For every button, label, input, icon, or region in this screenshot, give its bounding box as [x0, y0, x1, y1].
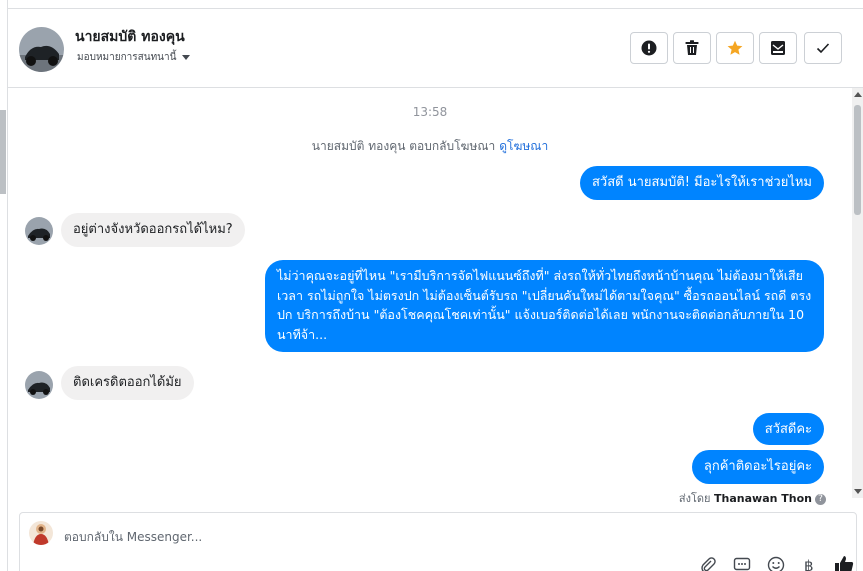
sender-name: Thanawan Thon	[714, 492, 812, 505]
star-button[interactable]	[716, 32, 754, 64]
emoji-button[interactable]	[766, 555, 786, 571]
svg-text:฿: ฿	[804, 557, 814, 571]
mark-unread-button[interactable]	[759, 32, 797, 64]
saved-reply-button[interactable]	[732, 555, 752, 571]
chevron-down-icon	[182, 54, 191, 60]
incoming-message: อยู่ต่างจังหวัดออกรถได้ไหม?	[61, 213, 245, 247]
scroll-down-icon[interactable]	[854, 489, 862, 494]
star-icon	[727, 40, 743, 55]
saved-reply-icon	[733, 557, 751, 571]
delete-button[interactable]	[673, 32, 711, 64]
attachment-icon	[701, 557, 716, 571]
outgoing-message: สวัสดี นายสมบัติ! มีอะไรให้เราช่วยไหม	[579, 166, 824, 200]
conversation-header: นายสมบัติ ทองคุน มอบหมายการสนทนานี้	[8, 8, 863, 88]
scroll-up-icon[interactable]	[854, 92, 862, 97]
outgoing-message: สวัสดีคะ	[752, 413, 824, 445]
ad-reply-notice: นายสมบัติ ทองคุน ตอบกลับโฆษณา ดูโฆษณา	[8, 137, 852, 156]
baht-icon: ฿	[804, 557, 814, 571]
attachment-button[interactable]	[698, 555, 718, 571]
composer-tools: ฿	[698, 555, 854, 571]
outgoing-message: ลุกค้าติดอะไรอยู่คะ	[691, 450, 824, 484]
contact-avatar[interactable]	[19, 27, 64, 72]
left-scrollbar-thumb[interactable]	[0, 110, 6, 194]
checkmark-icon	[816, 43, 830, 54]
emoji-icon	[767, 556, 785, 571]
spam-icon	[641, 40, 657, 56]
help-icon[interactable]: ?	[815, 493, 826, 505]
view-ad-link[interactable]: ดูโฆษณา	[499, 139, 548, 153]
sent-by-label: ส่งโดย Thanawan Thon?	[679, 489, 826, 507]
like-button[interactable]	[834, 555, 854, 571]
conversation-scrollbar[interactable]	[852, 88, 863, 498]
message-thread: 13:58 นายสมบัติ ทองคุน ตอบกลับโฆษณา ดูโฆษ…	[8, 89, 852, 507]
mark-done-button[interactable]	[804, 32, 842, 64]
outgoing-message: ไม่ว่าคุณจะอยู่ที่ไหน "เรามีบริการจัดไฟแ…	[265, 260, 824, 352]
incoming-message: ติดเครดิตออกได้มัย	[61, 366, 194, 400]
left-panel-edge	[0, 0, 8, 571]
thumbs-up-icon	[835, 556, 854, 571]
ad-reply-text: นายสมบัติ ทองคุน ตอบกลับโฆษณา	[311, 139, 496, 153]
page-avatar	[29, 521, 53, 545]
contact-mini-avatar[interactable]	[25, 217, 53, 245]
header-actions	[630, 32, 842, 64]
assign-conversation-dropdown[interactable]: มอบหมายการสนทนานี้	[77, 50, 191, 65]
message-composer[interactable]: ตอบกลับใน Messenger... ฿	[19, 512, 857, 571]
spam-button[interactable]	[630, 32, 668, 64]
message-timestamp: 13:58	[412, 105, 448, 119]
sent-by-prefix: ส่งโดย	[678, 492, 711, 505]
reply-input[interactable]: ตอบกลับใน Messenger...	[64, 528, 202, 547]
assign-label: มอบหมายการสนทนานี้	[77, 52, 177, 63]
payment-button[interactable]: ฿	[800, 555, 820, 571]
contact-mini-avatar[interactable]	[25, 371, 53, 399]
mark-unread-icon	[771, 41, 785, 55]
trash-icon	[685, 40, 699, 55]
contact-name: นายสมบัติ ทองคุน	[75, 29, 185, 45]
scrollbar-thumb[interactable]	[854, 105, 861, 215]
